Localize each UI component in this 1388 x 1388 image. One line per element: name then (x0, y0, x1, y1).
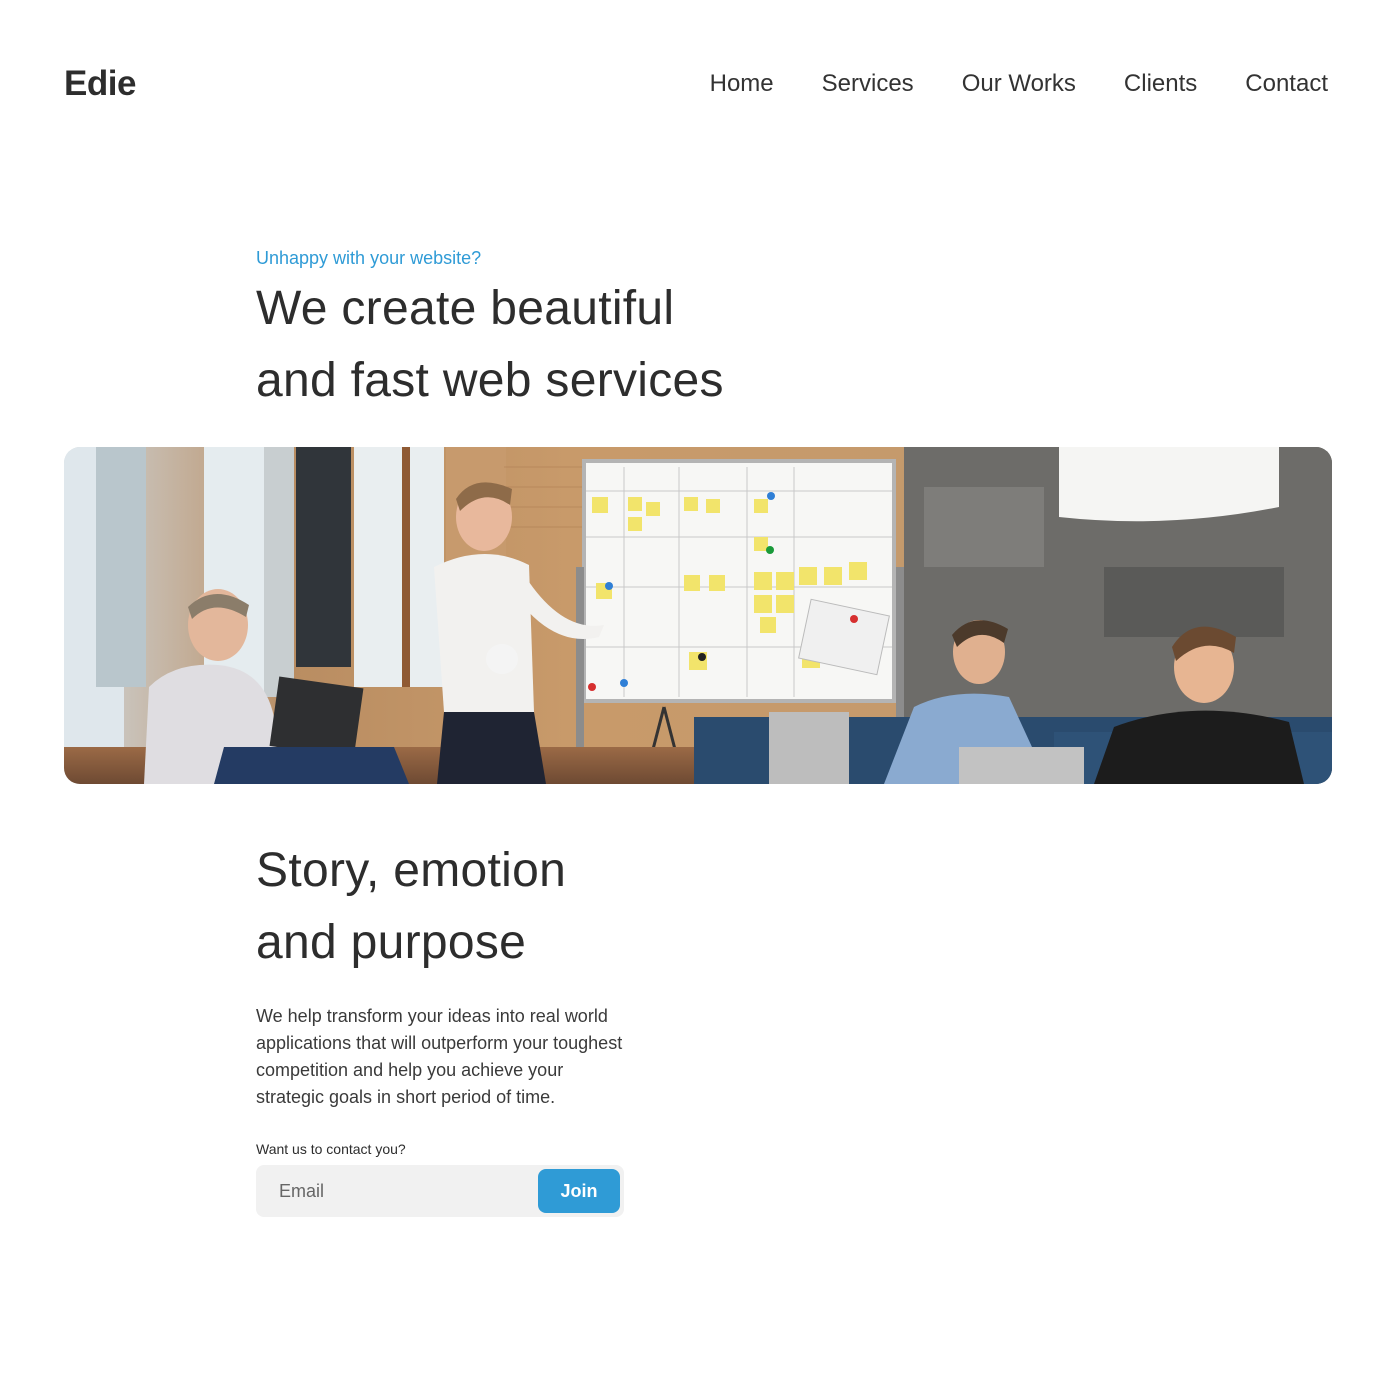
email-input[interactable] (256, 1165, 536, 1217)
nav-link-home[interactable]: Home (710, 70, 774, 98)
about-text: We help transform your ideas into real w… (256, 1006, 623, 1107)
hero-section: Unhappy with your website? We create bea… (256, 248, 956, 417)
hero-image (64, 447, 1332, 784)
nav-link-our-works[interactable]: Our Works (962, 70, 1076, 98)
contact-label: Want us to contact you? (256, 1141, 406, 1157)
join-button[interactable]: Join (538, 1169, 620, 1213)
hero-title: We create beautiful and fast web service… (256, 273, 956, 417)
nav-link-contact[interactable]: Contact (1245, 70, 1328, 98)
about-title: Story, emotion and purpose (256, 835, 636, 979)
about-title-line-2: and purpose (256, 916, 527, 969)
contact-form: Join (256, 1165, 624, 1217)
nav-link-services[interactable]: Services (822, 70, 914, 98)
team-meeting-photo (64, 447, 1332, 784)
site-logo[interactable]: Edie (64, 64, 136, 104)
hero-title-line-2: and fast web services (256, 354, 724, 407)
nav-link-clients[interactable]: Clients (1124, 70, 1197, 98)
about-section: Story, emotion and purpose We help trans… (256, 835, 636, 1217)
site-header: Edie Home Services Our Works Clients Con… (0, 0, 1388, 170)
about-title-line-1: Story, emotion (256, 844, 567, 897)
hero-eyebrow: Unhappy with your website? (256, 248, 482, 268)
hero-title-line-1: We create beautiful (256, 282, 675, 335)
main-nav: Home Services Our Works Clients Contact (710, 70, 1328, 98)
